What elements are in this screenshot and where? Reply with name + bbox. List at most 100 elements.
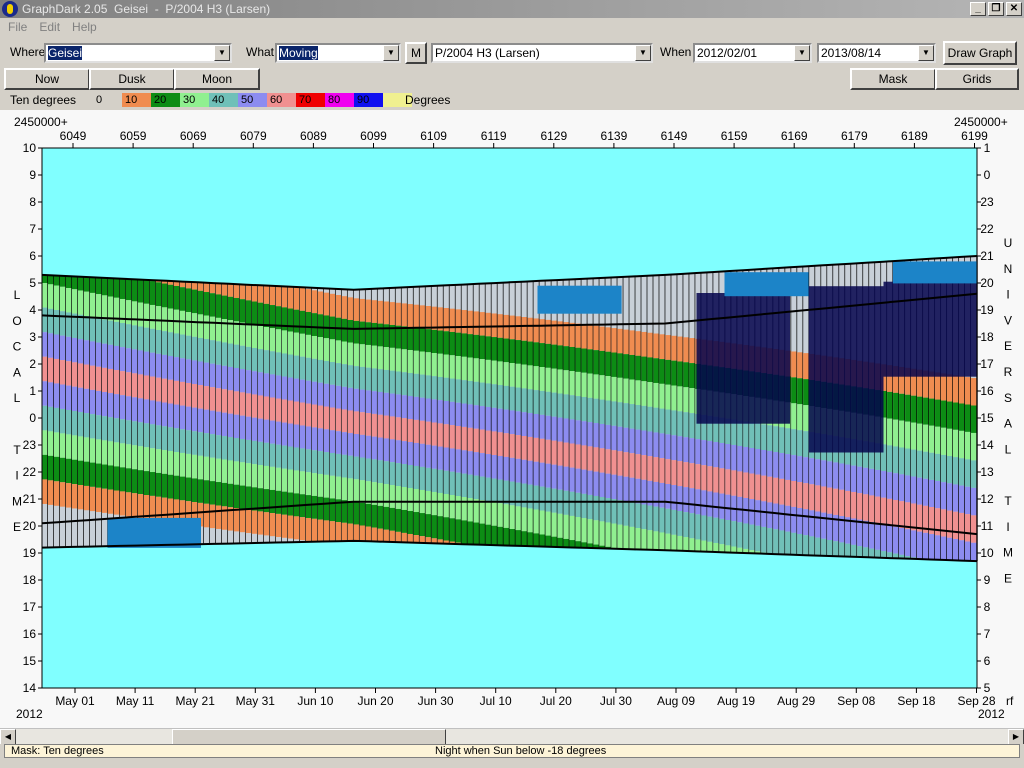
ut-axis-letter: N — [1004, 262, 1013, 276]
app-window: GraphDark 2.05 Geisei - P/2004 H3 (Larse… — [0, 0, 1024, 768]
date-tick-label: May 31 — [236, 694, 276, 708]
date-tick-label: Jul 20 — [540, 694, 572, 708]
universal-time-label: 20 — [980, 276, 994, 290]
ut-axis-letter: S — [1004, 391, 1012, 405]
local-time-label: 7 — [29, 222, 36, 236]
menu-bar: File Edit Help — [0, 18, 1024, 36]
moon-button[interactable]: Moon — [174, 68, 260, 90]
menu-file[interactable]: File — [8, 20, 27, 34]
object-value: P/2004 H3 (Larsen) — [435, 46, 540, 60]
end-date-select[interactable]: 2013/08/14 ▼ — [817, 43, 936, 63]
universal-time-label: 8 — [984, 600, 991, 614]
date-tick-label: Jun 30 — [418, 694, 454, 708]
legend-swatch: 0 — [93, 93, 122, 107]
window-controls: _ ❐ ✕ — [968, 2, 1022, 16]
horizontal-scrollbar[interactable]: ◀ ▶ — [0, 728, 1024, 745]
jd-tick-label: 6139 — [601, 129, 628, 143]
local-axis-letter: M — [12, 494, 22, 508]
local-time-label: 4 — [29, 303, 36, 317]
chevron-down-icon[interactable]: ▼ — [635, 45, 651, 61]
universal-time-label: 12 — [980, 492, 994, 506]
universal-time-label: 0 — [984, 168, 991, 182]
chevron-down-icon[interactable]: ▼ — [794, 45, 810, 61]
where-label: Where — [10, 45, 46, 59]
year-right: 2012 — [978, 707, 1005, 721]
grids-button[interactable]: Grids — [935, 68, 1019, 90]
start-date-select[interactable]: 2012/02/01 ▼ — [693, 43, 812, 63]
status-bar: Mask: Ten degrees Night when Sun below -… — [0, 744, 1024, 768]
menu-edit[interactable]: Edit — [39, 20, 60, 34]
maximize-button[interactable]: ❐ — [988, 2, 1004, 16]
legend-swatch: 10 — [122, 93, 151, 107]
ut-axis-letter: T — [1004, 494, 1012, 508]
universal-time-label: 14 — [980, 438, 994, 452]
now-button[interactable]: Now — [4, 68, 90, 90]
jd-tick-label: 6049 — [60, 129, 87, 143]
what-select[interactable]: Moving ▼ — [275, 43, 401, 63]
chevron-down-icon[interactable]: ▼ — [214, 45, 230, 61]
local-time-label: 15 — [23, 654, 37, 668]
visibility-chart: 2450000+ 2450000+6049 6059 6069 6079 6089 6099… — [0, 110, 1024, 728]
local-axis-letter: A — [13, 365, 21, 379]
local-time-label: 10 — [23, 141, 37, 155]
legend-swatch: 50 — [238, 93, 267, 107]
window-title: GraphDark 2.05 Geisei - P/2004 H3 (Larse… — [22, 2, 271, 16]
local-time-label: 14 — [23, 681, 37, 695]
local-axis-letter: O — [12, 314, 21, 328]
date-tick-label: Jun 20 — [357, 694, 393, 708]
legend-swatch: 40 — [209, 93, 238, 107]
legend-suffix: Degrees — [405, 93, 451, 107]
chevron-down-icon[interactable]: ▼ — [383, 45, 399, 61]
what-label: What — [246, 45, 275, 59]
close-button[interactable]: ✕ — [1006, 2, 1022, 16]
date-tick-label: May 21 — [176, 694, 216, 708]
date-tick-label: Sep 28 — [957, 694, 995, 708]
minimize-button[interactable]: _ — [970, 2, 986, 16]
local-axis-letter: L — [14, 391, 21, 405]
what-value: Moving — [279, 46, 318, 60]
menu-help[interactable]: Help — [72, 20, 97, 34]
local-time-label: 2 — [29, 357, 36, 371]
draw-graph-button[interactable]: Draw Graph — [943, 41, 1017, 65]
scroll-right-icon[interactable]: ▶ — [1008, 729, 1024, 745]
where-select[interactable]: Geisei ▼ — [44, 43, 232, 63]
scroll-thumb[interactable] — [172, 729, 446, 745]
legend-title: Ten degrees — [10, 93, 77, 107]
legend-swatch: 70 — [296, 93, 325, 107]
universal-time-label: 5 — [984, 681, 991, 695]
local-time-label: 17 — [23, 600, 37, 614]
end-date-value: 2013/08/14 — [821, 46, 882, 60]
universal-time-label: 7 — [984, 627, 991, 641]
dusk-button[interactable]: Dusk — [89, 68, 175, 90]
scroll-left-icon[interactable]: ◀ — [0, 729, 16, 745]
universal-time-label: 18 — [980, 330, 994, 344]
title-bar: GraphDark 2.05 Geisei - P/2004 H3 (Larse… — [0, 0, 1024, 18]
twilight-strip — [892, 261, 977, 284]
ut-axis-letter: R — [1004, 365, 1013, 379]
m-button[interactable]: M — [405, 42, 427, 64]
ut-axis-letter: E — [1004, 571, 1012, 585]
universal-time-label: 17 — [980, 357, 994, 371]
legend-swatch: 20 — [151, 93, 180, 107]
app-logo-icon — [2, 1, 18, 17]
local-time-label: 9 — [29, 168, 36, 182]
universal-time-label: 19 — [980, 303, 994, 317]
local-time-label: 6 — [29, 249, 36, 263]
universal-time-label: 10 — [980, 546, 994, 560]
date-tick-label: Sep 18 — [897, 694, 935, 708]
jd-tick-label: 6119 — [481, 129, 507, 143]
jd-tick-label: 6179 — [841, 129, 868, 143]
ut-axis-letter: L — [1005, 442, 1012, 456]
date-tick-label: Jun 10 — [297, 694, 333, 708]
chevron-down-icon[interactable]: ▼ — [918, 45, 934, 61]
object-select[interactable]: P/2004 H3 (Larsen) ▼ — [431, 43, 653, 63]
ut-axis-letter: U — [1004, 236, 1013, 250]
twilight-strip — [724, 272, 809, 297]
ut-axis-letter: V — [1004, 313, 1012, 327]
mask-button[interactable]: Mask — [850, 68, 936, 90]
local-time-label: 21 — [23, 492, 37, 506]
local-time-label: 3 — [29, 330, 36, 344]
universal-time-label: 1 — [984, 141, 991, 155]
twilight-strip — [107, 517, 201, 548]
local-time-label: 0 — [29, 411, 36, 425]
